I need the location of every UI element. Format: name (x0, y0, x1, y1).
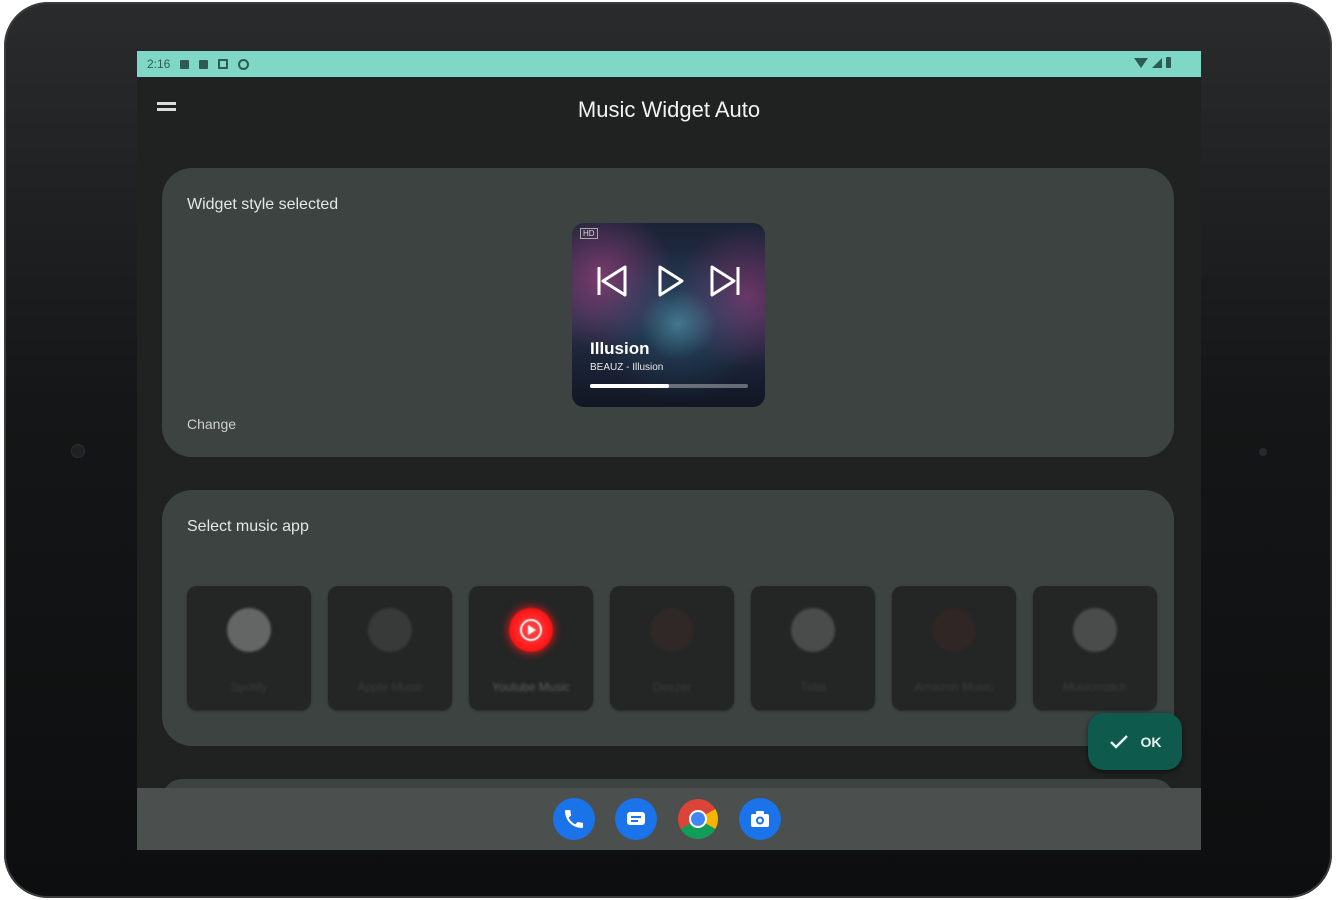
ok-button[interactable]: OK (1088, 713, 1182, 770)
music-app-tile[interactable]: Musicmatch (1033, 586, 1157, 710)
ok-button-label: OK (1140, 733, 1162, 750)
music-app-tile[interactable]: Youtube Music (469, 586, 593, 710)
spotify-icon (227, 608, 271, 652)
chrome-icon[interactable] (677, 798, 719, 840)
dock (137, 788, 1201, 850)
song-progress-bar (590, 384, 748, 388)
app-bar: Music Widget Auto (137, 77, 1201, 141)
sync-icon (238, 58, 250, 70)
status-bar: 2:16 (137, 51, 1201, 77)
music-app-tile[interactable]: Amazon Music (892, 586, 1016, 710)
music-app-list: Spotify Apple Music Youtube Music Deezer Tid… (187, 586, 1157, 710)
tidal-icon (791, 608, 835, 652)
hd-badge: HD (580, 228, 598, 239)
music-app-name: Apple Music (357, 680, 423, 694)
play-icon (652, 263, 688, 299)
battery-icon (1166, 57, 1171, 68)
page-title: Music Widget Auto (577, 97, 761, 122)
music-app-tile[interactable]: Tidal (751, 586, 875, 710)
change-style-button[interactable]: Change (187, 416, 236, 432)
music-app-tile[interactable]: Spotify (187, 586, 311, 710)
skip-next-icon (707, 263, 743, 299)
check-icon (1109, 734, 1128, 749)
storage-icon (218, 59, 229, 69)
cell-signal-icon (1152, 57, 1162, 68)
sd-card-icon (199, 59, 209, 69)
front-camera (72, 445, 84, 457)
music-app-name: Youtube Music (491, 680, 571, 694)
musixmatch-icon (1073, 608, 1117, 652)
music-app-label: Select music app (187, 518, 309, 535)
screen: 2:16 Music Widget Auto Widget style sele… (137, 51, 1201, 850)
widget-style-card: Widget style selected Change HD Illusion… (162, 168, 1174, 457)
status-time: 2:16 (147, 57, 171, 71)
music-app-name: Spotify (230, 680, 268, 694)
notification-icon (180, 59, 190, 69)
music-app-tile[interactable]: Apple Music (328, 586, 452, 710)
messages-icon[interactable] (615, 798, 657, 840)
sensor (1259, 448, 1267, 456)
music-app-tile[interactable]: Deezer (610, 586, 734, 710)
apple-music-icon (368, 608, 412, 652)
amazon-music-icon (932, 608, 976, 652)
widget-style-label: Widget style selected (187, 196, 339, 213)
phone-icon[interactable] (553, 798, 595, 840)
music-app-name: Deezer (652, 680, 692, 694)
song-title: Illusion (590, 339, 650, 358)
music-app-name: Tidal (800, 680, 826, 694)
music-app-name: Musicmatch (1062, 680, 1127, 694)
music-app-name: Amazon Music (914, 680, 994, 694)
song-progress-fill (590, 384, 669, 388)
song-artist: BEAUZ - Illusion (590, 362, 664, 373)
widget-preview[interactable]: HD Illusion BEAUZ - Illusion (572, 223, 765, 407)
music-app-card: Select music app Spotify Apple Music Youtu… (162, 490, 1174, 746)
deezer-icon (650, 608, 694, 652)
skip-previous-icon (594, 263, 630, 299)
camera-icon[interactable] (739, 798, 781, 840)
youtube-music-icon (509, 608, 553, 652)
wifi-icon (1134, 57, 1148, 68)
